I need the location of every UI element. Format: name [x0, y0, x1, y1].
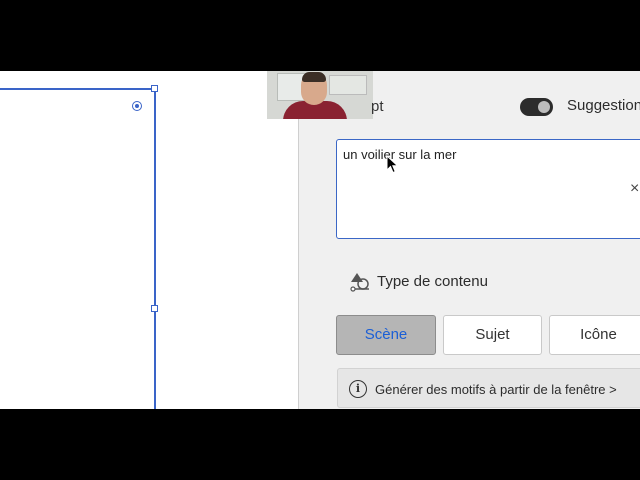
selection-handle-middle-right[interactable]: [151, 305, 158, 312]
selection-top-edge: [0, 88, 156, 90]
toggle-knob: [538, 101, 550, 113]
content-type-scene-button[interactable]: Scène: [336, 315, 436, 355]
screen: pt Suggestion un voilier sur la mer × Ty…: [0, 71, 640, 409]
content-type-icon-button[interactable]: Icône: [549, 315, 640, 355]
webcam-overlay: [267, 71, 373, 119]
text-to-pattern-panel: [298, 71, 640, 409]
selection-handle-top-right[interactable]: [151, 85, 158, 92]
prompt-label: pt: [371, 98, 384, 115]
selection-right-edge: [154, 88, 156, 409]
suggestions-toggle[interactable]: [520, 98, 553, 116]
rotation-anchor-icon[interactable]: [132, 101, 142, 111]
artboard-canvas[interactable]: [0, 71, 298, 409]
info-icon: i: [349, 380, 367, 398]
content-type-icon: [350, 273, 369, 292]
mouse-cursor-icon: [386, 155, 399, 174]
generate-from-window-label[interactable]: Générer des motifs à partir de la fenêtr…: [375, 382, 617, 397]
clear-prompt-icon[interactable]: ×: [630, 180, 639, 198]
content-type-label: Type de contenu: [377, 273, 488, 290]
suggestions-label: Suggestion: [567, 97, 640, 114]
content-type-subject-button[interactable]: Sujet: [443, 315, 542, 355]
